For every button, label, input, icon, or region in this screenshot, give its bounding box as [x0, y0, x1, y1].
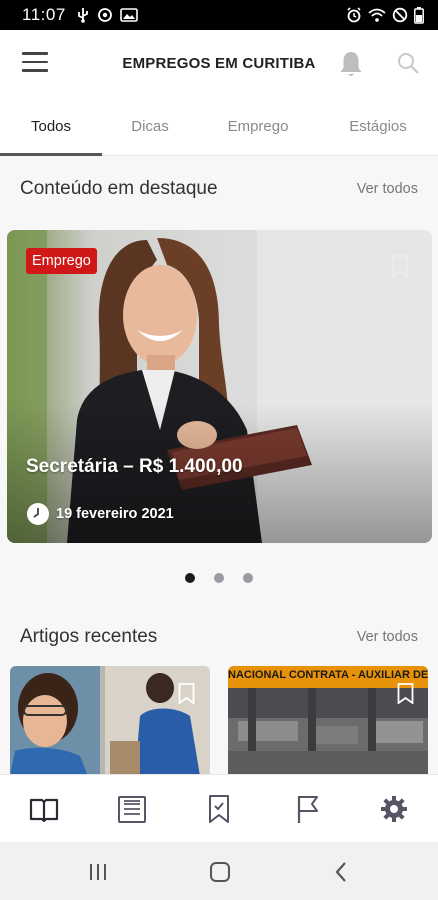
- tab-dicas[interactable]: Dicas: [102, 98, 198, 156]
- battery-icon: [414, 6, 424, 24]
- app-title: EMPREGOS EM CURITIBA: [122, 55, 316, 72]
- image-icon: [119, 8, 138, 22]
- bookmark-icon[interactable]: [397, 683, 414, 704]
- newspaper-icon[interactable]: [116, 793, 148, 825]
- home-icon[interactable]: [208, 860, 232, 884]
- bookmark-icon[interactable]: [178, 683, 195, 704]
- carousel-pagination: [0, 573, 438, 583]
- gear-icon[interactable]: [378, 793, 410, 825]
- do-not-disturb-icon: [392, 7, 408, 23]
- tab-bar: Todos Dicas Emprego Estágios: [0, 98, 438, 156]
- featured-date-text: 19 fevereiro 2021: [56, 506, 174, 522]
- search-icon[interactable]: [396, 51, 420, 75]
- system-navigation-bar: [0, 842, 438, 900]
- status-bar: 11:07: [0, 0, 438, 30]
- status-time: 11:07: [22, 5, 66, 24]
- carousel-dot-3[interactable]: [243, 573, 253, 583]
- bookmark-icon[interactable]: [391, 255, 409, 277]
- featured-article-title: Secretária – R$ 1.400,00: [26, 456, 243, 477]
- tab-todos[interactable]: Todos: [0, 98, 102, 156]
- recent-section-title: Artigos recentes: [20, 626, 158, 647]
- recent-apps-icon[interactable]: [86, 860, 110, 884]
- recent-header: Artigos recentes Ver todos: [20, 626, 418, 648]
- tab-active-indicator: [0, 153, 102, 156]
- article-card-1[interactable]: [10, 666, 210, 776]
- tab-emprego[interactable]: Emprego: [198, 98, 318, 156]
- book-icon[interactable]: [28, 793, 60, 825]
- featured-see-all-link[interactable]: Ver todos: [357, 181, 418, 197]
- carousel-dot-1[interactable]: [185, 573, 195, 583]
- bell-icon[interactable]: [338, 50, 364, 78]
- featured-header: Conteúdo em destaque Ver todos: [20, 178, 418, 200]
- flag-icon[interactable]: [292, 793, 324, 825]
- tab-estagios[interactable]: Estágios: [318, 98, 438, 156]
- wifi-icon: [368, 8, 386, 22]
- recent-see-all-link[interactable]: Ver todos: [357, 629, 418, 645]
- featured-article-date: 19 fevereiro 2021: [26, 502, 174, 526]
- back-icon[interactable]: [330, 860, 354, 884]
- featured-article-card[interactable]: Emprego Secretária – R$ 1.400,00 19 feve…: [7, 230, 432, 543]
- usb-icon: [77, 8, 88, 23]
- bottom-navigation: [0, 774, 438, 842]
- clock-icon: [27, 503, 49, 525]
- app-bar: EMPREGOS EM CURITIBA: [0, 30, 438, 98]
- article-card-2[interactable]: NACIONAL CONTRATA - AUXILIAR DE PROD: [228, 666, 428, 776]
- sync-icon: [97, 8, 112, 22]
- bookmark-nav-icon[interactable]: [203, 793, 235, 825]
- featured-section-title: Conteúdo em destaque: [20, 178, 218, 199]
- category-badge: Emprego: [26, 248, 97, 274]
- carousel-dot-2[interactable]: [214, 573, 224, 583]
- article-2-banner-text: NACIONAL CONTRATA - AUXILIAR DE PROD: [228, 669, 428, 681]
- alarm-icon: [347, 7, 361, 23]
